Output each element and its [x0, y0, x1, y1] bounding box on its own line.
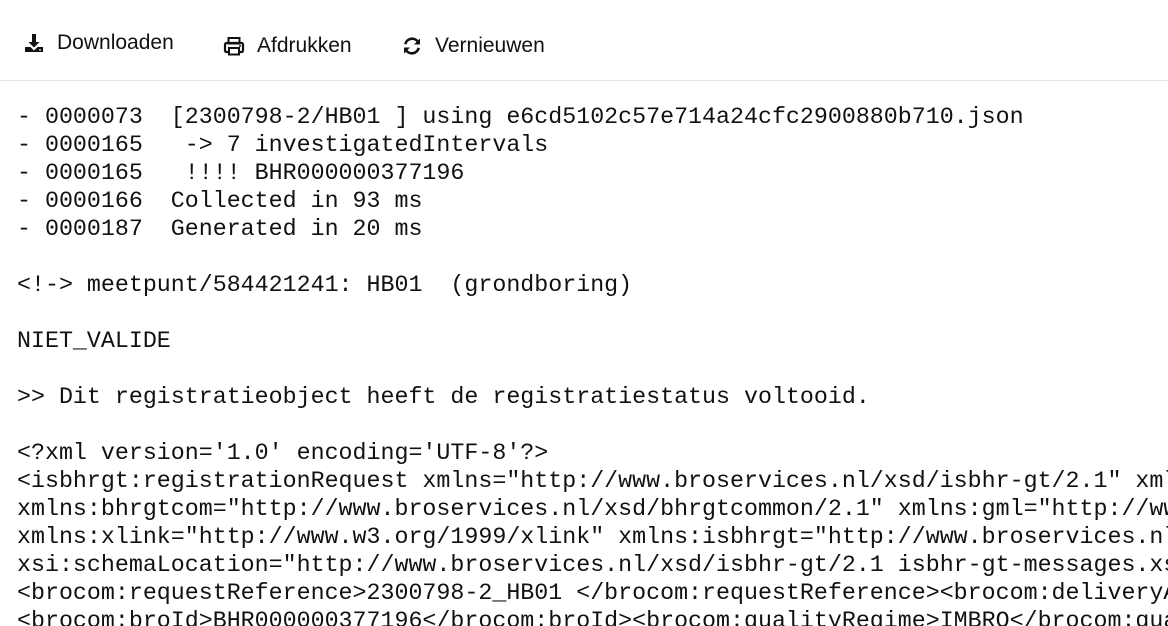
log-line: - 0000165 -> 7 investigatedIntervals — [17, 132, 549, 158]
refresh-label: Vernieuwen — [435, 34, 545, 57]
toolbar: Downloaden Afdrukken Vernieuwen — [0, 0, 1168, 81]
print-button[interactable]: Afdrukken — [222, 34, 352, 58]
log-line: <?xml version='1.0' encoding='UTF-8'?> — [17, 440, 549, 466]
log-line: - 0000073 [2300798-2/HB01 ] using e6cd51… — [17, 104, 1024, 130]
log-line: >> Dit registratieobject heeft de regist… — [17, 384, 870, 410]
log-line: <brocom:broId>BHR000000377196</brocom:br… — [17, 608, 1168, 626]
log-output: - 0000073 [2300798-2/HB01 ] using e6cd51… — [17, 103, 1168, 626]
log-line: <!-> meetpunt/584421241: HB01 (grondbori… — [17, 272, 633, 298]
log-line: - 0000187 Generated in 20 ms — [17, 216, 423, 242]
printer-icon — [222, 34, 246, 58]
log-line: NIET_VALIDE — [17, 328, 171, 354]
download-button[interactable]: Downloaden — [22, 31, 174, 55]
log-line: xmlns:xlink="http://www.w3.org/1999/xlin… — [17, 524, 1168, 550]
refresh-icon — [400, 34, 424, 58]
log-line: xsi:schemaLocation="http://www.broservic… — [17, 552, 1168, 578]
log-line: - 0000166 Collected in 93 ms — [17, 188, 423, 214]
download-icon — [22, 31, 46, 55]
log-line: - 0000165 !!!! BHR000000377196 — [17, 160, 465, 186]
log-line: xmlns:bhrgtcom="http://www.broservices.n… — [17, 496, 1168, 522]
log-line: <isbhrgt:registrationRequest xmlns="http… — [17, 468, 1168, 494]
log-line: <brocom:requestReference>2300798-2_HB01 … — [17, 580, 1168, 606]
refresh-button[interactable]: Vernieuwen — [400, 34, 545, 58]
download-label: Downloaden — [57, 31, 174, 54]
print-label: Afdrukken — [257, 34, 352, 57]
